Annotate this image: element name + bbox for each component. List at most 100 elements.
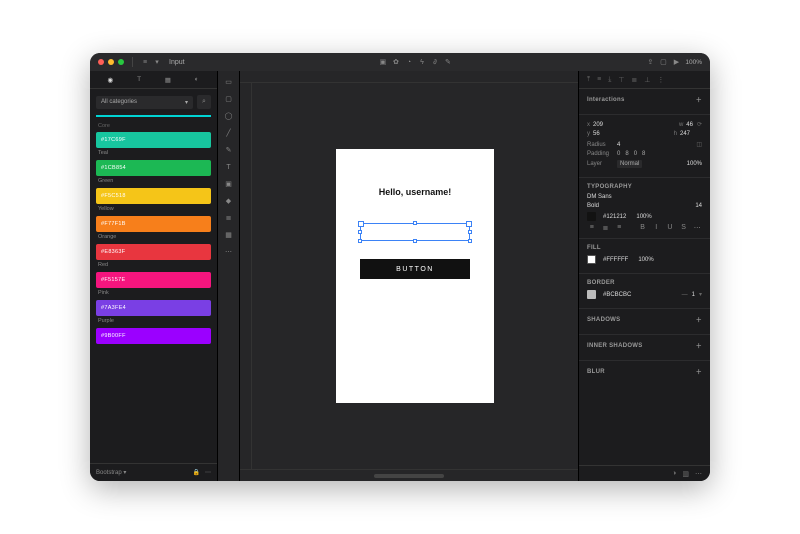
inner-shadows-heading: INNER SHADOWS [587,343,643,349]
canvas[interactable]: Hello, username! BUTTON [252,83,578,469]
w-input[interactable]: 46 [686,122,693,128]
gear-icon[interactable]: ✿ [392,58,400,66]
color-tab-icon[interactable]: ◉ [105,76,115,84]
add-inner-shadow-button[interactable]: ＋ [696,341,702,350]
color-swatch[interactable]: #E8363FRed [96,244,211,268]
text-tab-icon[interactable]: T [134,76,144,83]
text-align-center-icon[interactable]: ≣ [601,224,611,232]
horizontal-scrollbar[interactable] [374,474,444,478]
lock-aspect-icon[interactable]: ⟳ [697,121,702,128]
color-swatch[interactable]: #1CB854Green [96,160,211,184]
radius-input[interactable]: 4 [617,142,620,148]
grid-tool-icon[interactable]: ▦ [224,230,234,240]
border-width-input[interactable]: 1 [692,292,695,298]
lock-icon[interactable]: 🔒 [193,469,200,476]
fill-color-hex[interactable]: #FFFFFF [603,257,628,263]
effects-icon[interactable]: ◔ [405,58,413,66]
color-swatch[interactable]: #F77F1BOrange [96,216,211,240]
x-input[interactable]: 209 [593,122,603,128]
underline-icon[interactable]: U [665,224,675,232]
add-shadow-button[interactable]: ＋ [696,315,702,324]
minimize-window-button[interactable] [108,59,114,65]
opacity-input[interactable]: 100% [687,161,702,167]
h-input[interactable]: 247 [680,131,690,137]
text-align-left-icon[interactable]: ≡ [587,224,597,232]
category-select[interactable]: All categories ▾ [96,96,193,109]
strike-icon[interactable]: S [679,224,689,232]
image-tool-icon[interactable]: ▣ [224,179,234,189]
close-window-button[interactable] [98,59,104,65]
font-weight-select[interactable]: Bold [587,203,599,209]
padding-label: Padding [587,151,613,157]
more-type-icon[interactable]: ⋯ [692,224,702,232]
align-right-icon[interactable]: ⤓ [608,76,611,84]
play-icon[interactable]: ▶ [672,58,680,66]
add-interaction-button[interactable]: ＋ [696,95,702,104]
text-tool-icon[interactable]: T [224,162,234,172]
y-input[interactable]: 56 [593,131,600,137]
line-tool-icon[interactable]: ╱ [224,128,234,138]
brush-icon[interactable]: ✎ [444,58,452,66]
library-select[interactable]: Bootstrap ▾ [96,469,126,476]
lightning-icon[interactable]: ϟ [418,58,426,66]
radius-corners-icon[interactable]: ◫ [696,141,702,148]
color-swatch[interactable]: #F5157EPink [96,272,211,296]
menu-icon[interactable]: ≡ [141,58,149,66]
text-align-right-icon[interactable]: ≡ [614,224,624,232]
text-color-hex[interactable]: #121212 [603,214,626,220]
assets-tab-icon[interactable]: ◐ [192,76,202,83]
add-blur-button[interactable]: ＋ [696,367,702,376]
frame-tool-icon[interactable]: ▢ [224,94,234,104]
text-color-opacity[interactable]: 100% [636,214,651,220]
color-swatch[interactable]: #7A3FE4Purple [96,300,211,324]
layers-tool-icon[interactable]: ≣ [224,213,234,223]
border-color-hex[interactable]: #BCBCBC [603,292,631,298]
distribute-icon[interactable]: ⋮ [657,76,664,84]
align-center-h-icon[interactable]: ≡ [597,76,601,83]
font-family-select[interactable]: DM Sans [587,194,612,200]
padding-inputs[interactable]: 0808 [617,151,645,157]
fill-opacity[interactable]: 100% [638,257,653,263]
share-icon[interactable]: ⇪ [646,58,654,66]
component-tool-icon[interactable]: ◆ [224,196,234,206]
selected-input-element[interactable] [360,223,470,241]
align-bottom-icon[interactable]: ⊥ [644,76,650,84]
border-section: BORDER #BCBCBC — 1 ▾ [579,274,710,309]
more-tools-icon[interactable]: ⋯ [224,247,234,257]
cursor-tool-icon[interactable]: ▣ [379,58,387,66]
search-icon[interactable]: ⌕ [197,95,211,109]
color-swatch[interactable]: #F5C518Yellow [96,188,211,212]
align-middle-icon[interactable]: ≣ [631,76,637,84]
artboard[interactable]: Hello, username! BUTTON [336,149,494,403]
align-left-icon[interactable]: ⤒ [587,76,590,84]
zoom-level[interactable]: 100% [685,59,702,66]
maximize-window-button[interactable] [118,59,124,65]
bold-icon[interactable]: B [638,224,648,232]
fill-color-swatch[interactable] [587,255,596,264]
panel-icon[interactable]: ▢ [659,58,667,66]
chevron-down-icon[interactable]: ▾ [153,58,161,66]
color-swatch[interactable]: #17C69FTeal [96,132,211,156]
pen-tool-icon[interactable]: ✎ [224,145,234,155]
footer-icon-3[interactable]: ⋯ [695,470,702,478]
border-options-icon[interactable]: ▾ [699,291,702,298]
border-color-swatch[interactable] [587,290,596,299]
artboard-button[interactable]: BUTTON [360,259,470,279]
toolbar-center: ▣ ✿ ◔ ϟ ∂ ✎ [379,58,452,66]
footer-icon-2[interactable]: ▥ [682,470,689,478]
footer-icon-1[interactable]: ◑ [672,470,676,477]
italic-icon[interactable]: I [651,224,661,232]
link-icon[interactable]: ∂ [431,58,439,66]
blend-mode-select[interactable]: Normal [617,160,642,168]
text-align-row: ≡ ≣ ≡ B I U S ⋯ [587,224,702,232]
artboard-heading[interactable]: Hello, username! [379,187,452,197]
align-top-icon[interactable]: ⊤ [618,76,624,84]
select-tool-icon[interactable]: ▭ [224,77,234,87]
settings-icon[interactable]: ⋯ [205,469,211,476]
border-style-icon[interactable]: — [682,292,688,298]
font-size-input[interactable]: 14 [695,203,702,209]
shape-tool-icon[interactable]: ◯ [224,111,234,121]
components-tab-icon[interactable]: ▦ [163,76,173,84]
text-color-swatch[interactable] [587,212,596,221]
color-swatch[interactable]: #9B00FF [96,328,211,344]
